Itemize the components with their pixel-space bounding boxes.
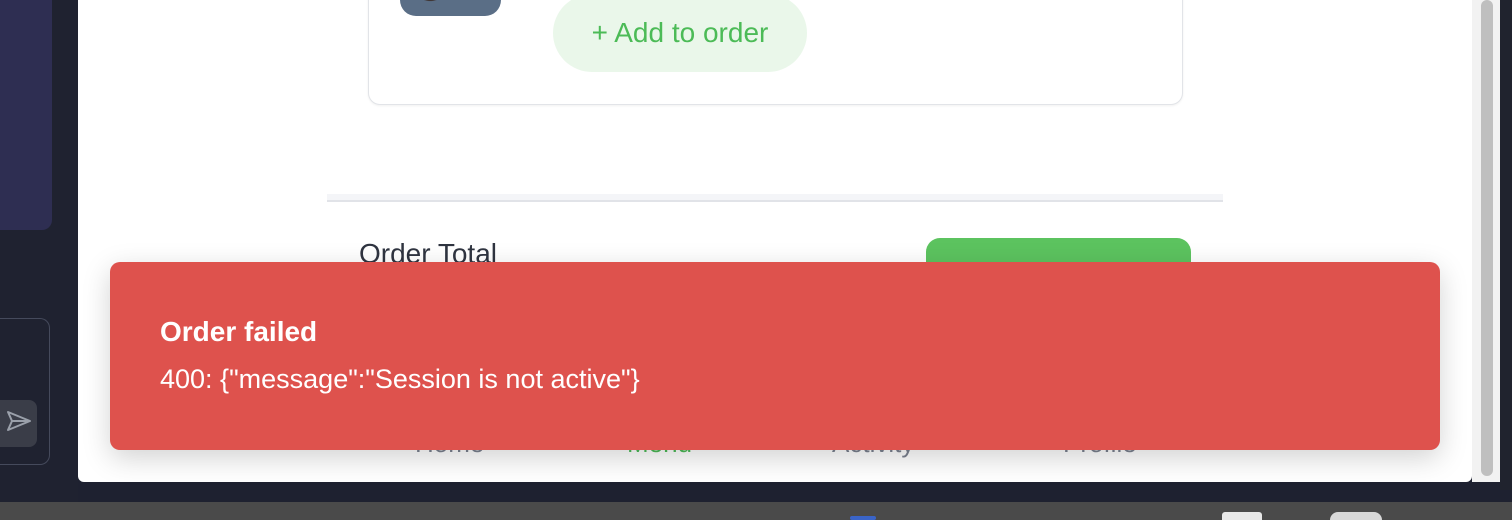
toast-message: 400: {"message":"Session is not active"}	[160, 364, 640, 394]
side-app-panel	[0, 0, 78, 505]
send-icon	[6, 410, 32, 437]
error-toast[interactable]: Order failed 400: {"message":"Session is…	[110, 262, 1440, 450]
order-divider	[327, 194, 1223, 202]
scrollbar-thumb[interactable]	[1481, 0, 1493, 476]
send-button[interactable]	[0, 400, 37, 447]
menu-item-thumbnail	[400, 0, 501, 16]
taskbar	[0, 502, 1512, 520]
add-to-order-button[interactable]: + Add to order	[553, 0, 807, 72]
screen: + Add to order Order Total Home Menu Act…	[0, 0, 1512, 520]
taskbar-app-icon[interactable]	[1330, 512, 1382, 520]
taskbar-active-indicator	[850, 516, 876, 520]
side-card	[0, 0, 52, 230]
taskbar-app-icon[interactable]	[1222, 512, 1262, 520]
window-edge	[1500, 0, 1512, 490]
toast-title: Order failed	[160, 316, 318, 347]
